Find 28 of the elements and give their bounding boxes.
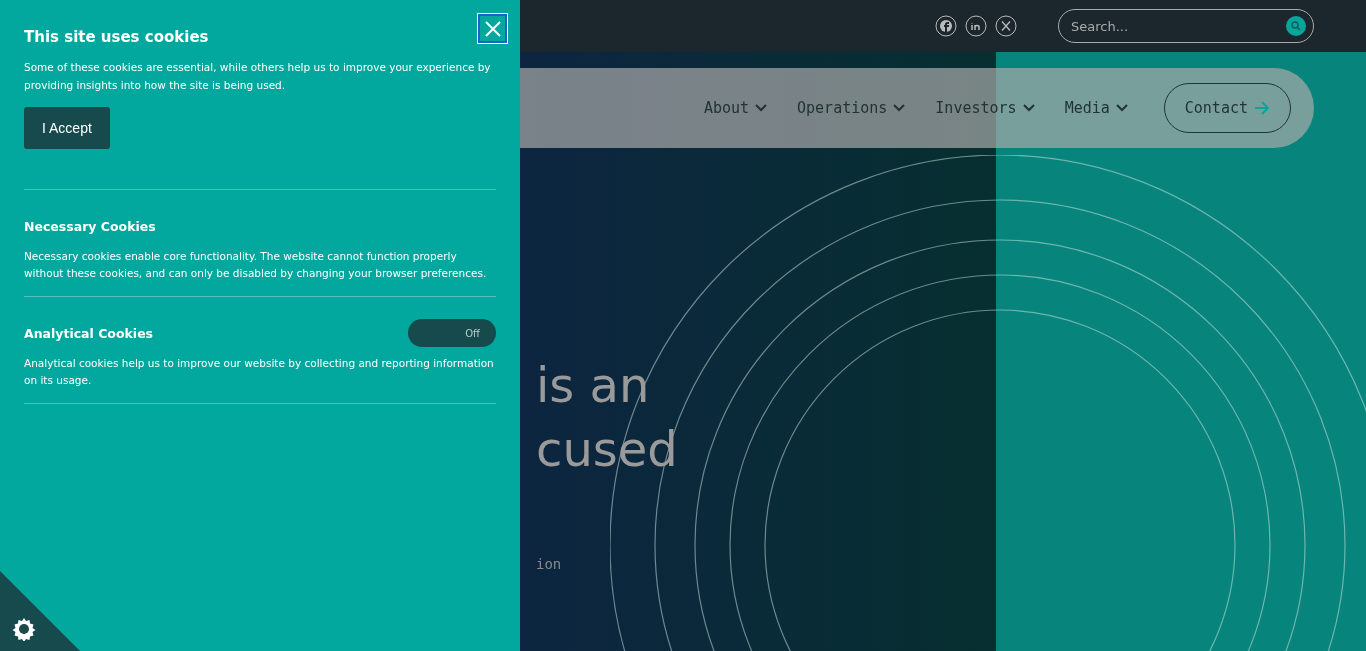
x-icon[interactable] [995, 15, 1017, 37]
chevron-icon [1022, 104, 1035, 112]
search-icon[interactable] [1286, 16, 1306, 36]
chevron-icon [755, 104, 768, 112]
accept-button[interactable]: I Accept [24, 107, 110, 149]
chevron-icon [893, 104, 906, 112]
search-field[interactable]: Search... [1058, 9, 1314, 43]
nav-link[interactable]: Investors [935, 99, 1035, 117]
arrow-right-icon [1254, 101, 1270, 115]
hero-subtext: ion [536, 556, 563, 572]
chevron-icon [1115, 104, 1128, 112]
nav-link[interactable]: Media [1064, 99, 1128, 117]
section-title: Analytical Cookies [24, 325, 154, 341]
toggle-switch[interactable]: Off [408, 319, 496, 347]
hero-heading: is an [536, 356, 651, 415]
nav-link[interactable]: About [703, 99, 768, 117]
panel-title: This site uses cookies [24, 28, 209, 46]
close-button[interactable] [478, 14, 507, 43]
gear-icon [12, 617, 36, 641]
close-icon [483, 19, 502, 38]
section-description: Analytical cookies help us to improve our website by collecting and reporting information on its usage. [24, 356, 495, 388]
section-description: Necessary cookies enable core functionality. The website cannot function properly without these cookies, and can only be disabled by changing your browser preferences. [24, 249, 488, 281]
linkedin-icon[interactable] [965, 15, 987, 37]
nav-link[interactable]: Operations [797, 99, 906, 117]
section-title: Necessary Cookies [24, 218, 156, 234]
hero-heading: cused [536, 420, 679, 479]
facebook-icon[interactable] [935, 15, 957, 37]
intro-text: Some of these cookies are essential, while others help us to improve your experience by providing insights into how the site is being used. [24, 60, 492, 93]
